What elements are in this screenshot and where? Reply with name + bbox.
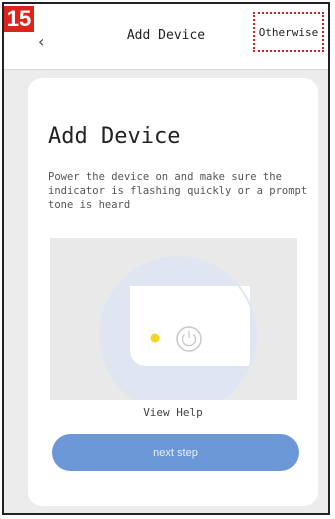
card-title: Add Device (48, 124, 181, 149)
next-step-button[interactable]: next step (52, 434, 299, 471)
step-number-badge: 15 (4, 6, 34, 32)
phone-screen: ‹ Add Device Otherwise Add Device Power … (2, 2, 330, 515)
top-bar: ‹ Add Device Otherwise (4, 4, 328, 70)
device-graphic (99, 256, 257, 400)
add-device-card: Add Device Power the device on and make … (28, 78, 318, 506)
otherwise-button[interactable]: Otherwise (253, 12, 324, 52)
indicator-light-icon (150, 333, 160, 343)
view-help-link[interactable]: View Help (28, 406, 318, 419)
instruction-text: Power the device on and make sure the in… (48, 171, 308, 211)
device-illustration (50, 238, 297, 400)
